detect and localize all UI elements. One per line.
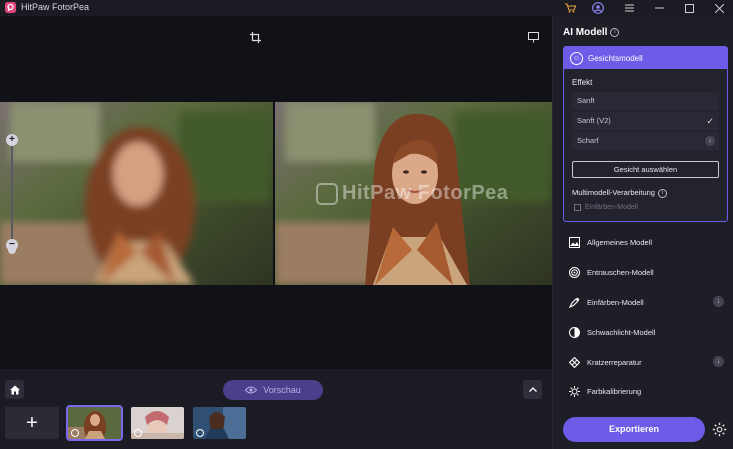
model-item-general[interactable]: Allgemeines Modell <box>568 232 728 252</box>
chevron-up-icon <box>528 387 537 392</box>
panel-title: AI Modell i <box>563 27 620 38</box>
effect-option-scharf[interactable]: Scharf ↓ <box>572 132 719 150</box>
gear-icon[interactable] <box>712 422 727 437</box>
maximize-icon[interactable] <box>682 1 696 15</box>
colorize-icon <box>568 296 580 308</box>
minimize-icon[interactable] <box>652 1 666 15</box>
model-item-denoise[interactable]: Entrauschen-Modell <box>568 262 728 282</box>
home-button[interactable] <box>5 380 24 399</box>
image-canvas: HitPaw FotorPea + − <box>0 16 552 369</box>
add-image-button[interactable]: + <box>5 407 59 439</box>
eye-icon <box>245 386 258 394</box>
colorize-checkbox-label: Einfärben-Modell <box>585 204 638 211</box>
bottom-toolbar: Vorschau + <box>0 369 552 449</box>
preview-button[interactable]: Vorschau <box>223 380 323 400</box>
denoise-icon <box>568 266 580 278</box>
effect-option-sanft[interactable]: Sanft <box>572 92 719 110</box>
lowlight-icon <box>568 326 580 338</box>
info-icon[interactable]: i <box>610 27 620 37</box>
select-face-button[interactable]: Gesicht auswählen <box>572 161 719 178</box>
ai-model-panel: AI Modell i ☺ Gesichtsmodell Effekt Sanft… <box>552 16 733 449</box>
face-model-card: ☺ Gesichtsmodell Effekt Sanft Sanft (V2)… <box>563 46 728 222</box>
download-icon[interactable]: ↓ <box>705 136 715 146</box>
model-item-colorize[interactable]: Einfärben-Modell ↓ <box>568 292 728 312</box>
checkmark-icon: ✓ <box>706 116 714 126</box>
colorize-model-checkbox[interactable]: Einfärben-Modell <box>574 204 638 211</box>
account-icon[interactable] <box>591 1 605 15</box>
plus-icon: + <box>26 411 38 434</box>
face-model-icon: ☺ <box>570 51 583 65</box>
face-model-header[interactable]: ☺ Gesichtsmodell <box>564 47 727 69</box>
effect-label: Effekt <box>572 78 593 87</box>
effect-option-sanft-v2[interactable]: Sanft (V2) ✓ <box>572 112 719 130</box>
preview-label: Vorschau <box>263 385 301 395</box>
download-icon[interactable]: ↓ <box>713 296 724 307</box>
export-button[interactable]: Exportieren <box>563 417 705 442</box>
zoom-slider-track[interactable] <box>11 140 13 245</box>
image-icon <box>568 236 580 248</box>
crop-icon[interactable] <box>250 30 261 48</box>
thumbnail-1[interactable] <box>66 405 123 441</box>
info-icon[interactable]: i <box>657 188 667 198</box>
thumbnail-badge-icon <box>71 429 79 437</box>
watermark-text: HitPaw FotorPea <box>316 182 508 205</box>
thumbnail-badge-icon <box>134 429 142 437</box>
thumbnail-badge-icon <box>196 429 204 437</box>
title-bar: HitPaw FotorPea <box>0 0 733 16</box>
download-icon[interactable]: ↓ <box>713 356 724 367</box>
model-item-color-calibration[interactable]: Farbkalibrierung <box>568 381 728 401</box>
color-calibration-icon <box>568 385 580 397</box>
multi-model-label: Multimodell-Verarbeitung i <box>572 188 667 198</box>
app-title: HitPaw FotorPea <box>21 2 90 12</box>
menu-icon[interactable] <box>622 1 636 15</box>
face-model-label: Gesichtsmodell <box>588 53 643 63</box>
enhanced-image: HitPaw FotorPea <box>275 102 552 285</box>
thumbnail-3[interactable] <box>193 407 246 439</box>
cart-icon[interactable] <box>563 1 577 15</box>
zoom-in-icon[interactable]: + <box>6 134 18 146</box>
checkbox-icon <box>574 204 581 211</box>
collapse-button[interactable] <box>523 380 542 399</box>
model-item-scratch-repair[interactable]: Kratzerreparatur ↓ <box>568 352 728 372</box>
compare-icon[interactable] <box>528 30 539 48</box>
scratch-repair-icon <box>568 356 580 368</box>
app-logo-icon <box>5 2 16 13</box>
model-item-lowlight[interactable]: Schwachlicht-Modell <box>568 322 728 342</box>
home-icon <box>9 385 20 394</box>
thumbnail-2[interactable] <box>131 407 184 439</box>
close-icon[interactable] <box>712 1 726 15</box>
original-image <box>0 102 273 285</box>
watermark-logo-icon <box>316 182 338 205</box>
zoom-out-icon[interactable]: − <box>6 239 18 251</box>
